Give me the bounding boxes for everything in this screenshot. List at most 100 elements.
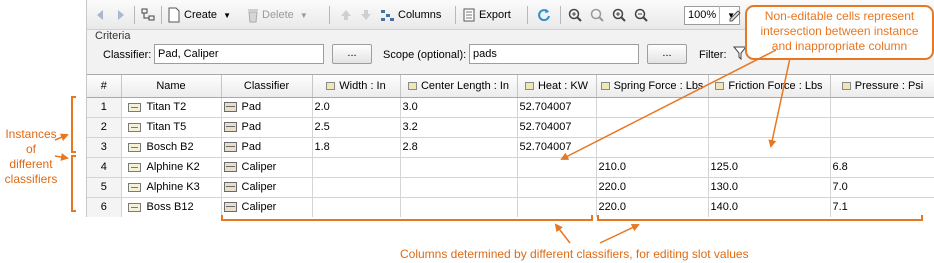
heat-cell[interactable]: 52.704007 <box>517 117 597 138</box>
center-length-cell[interactable]: 3.2 <box>400 117 518 138</box>
width-cell[interactable]: 1.8 <box>312 137 401 158</box>
zoom-out-icon <box>590 8 604 22</box>
columns-button[interactable]: Columns <box>379 6 441 24</box>
instance-icon <box>127 142 141 152</box>
header-heat[interactable]: Heat : KW <box>517 75 597 98</box>
friction-force-cell[interactable]: 140.0 <box>708 197 831 217</box>
friction-force-cell <box>708 137 831 158</box>
classifier-cell[interactable]: Pad <box>221 97 313 118</box>
move-down-button[interactable] <box>359 6 373 24</box>
table-header-row: # Name Classifier Width : In Center Leng… <box>87 75 934 98</box>
row-number: 6 <box>87 197 122 217</box>
classifier-input[interactable]: Pad, Caliper <box>154 44 324 64</box>
tree-button[interactable] <box>140 6 156 24</box>
tree-icon <box>141 8 155 21</box>
edit-button[interactable] <box>727 6 743 24</box>
toolbar-separator <box>455 6 456 24</box>
refresh-button[interactable] <box>536 6 552 24</box>
friction-force-cell[interactable]: 130.0 <box>708 177 831 198</box>
spring-force-cell <box>596 137 709 158</box>
criteria-title: Criteria <box>95 30 131 42</box>
header-center-length[interactable]: Center Length : In <box>400 75 518 98</box>
spring-force-cell[interactable]: 220.0 <box>596 177 709 198</box>
toolbar-separator <box>719 6 720 24</box>
classifier-cell[interactable]: Pad <box>221 117 313 138</box>
heat-cell[interactable]: 52.704007 <box>517 137 597 158</box>
spring-force-cell[interactable]: 220.0 <box>596 197 709 217</box>
spring-force-cell[interactable]: 210.0 <box>596 157 709 178</box>
table-row[interactable]: 3 Bosch B2 Pad 1.8 2.8 52.704007 <box>87 137 934 158</box>
table-row[interactable]: 5 Alphine K3 Caliper 220.0 130.0 7.0 <box>87 177 934 198</box>
move-up-icon <box>341 10 351 21</box>
back-button[interactable] <box>93 6 109 24</box>
row-number: 5 <box>87 177 122 198</box>
table-row[interactable]: 6 Boss B12 Caliper 220.0 140.0 7.1 <box>87 197 934 217</box>
center-length-cell <box>400 197 518 217</box>
heat-cell <box>517 197 597 217</box>
pressure-cell[interactable]: 7.0 <box>830 177 934 198</box>
table-row[interactable]: 2 Titan T5 Pad 2.5 3.2 52.704007 <box>87 117 934 138</box>
center-length-cell[interactable]: 2.8 <box>400 137 518 158</box>
table-row[interactable]: 1 Titan T2 Pad 2.0 3.0 52.704007 <box>87 97 934 118</box>
zoom-out-button[interactable] <box>589 6 605 24</box>
chevron-down-icon: ▼ <box>223 11 232 20</box>
delete-button[interactable]: Delete ▼ <box>247 6 308 24</box>
name-cell[interactable]: Alphine K2 <box>121 157 222 178</box>
classifier-cell[interactable]: Caliper <box>221 177 313 198</box>
move-up-button[interactable] <box>339 6 353 24</box>
row-number: 3 <box>87 137 122 158</box>
center-length-cell <box>400 157 518 178</box>
name-cell[interactable]: Boss B12 <box>121 197 222 217</box>
center-length-cell[interactable]: 3.0 <box>400 97 518 118</box>
toolbar-separator <box>134 6 135 24</box>
pressure-cell[interactable]: 6.8 <box>830 157 934 178</box>
filter-label: Filter: <box>699 49 727 61</box>
table-row[interactable]: 4 Alphine K2 Caliper 210.0 125.0 6.8 <box>87 157 934 178</box>
instance-icon <box>127 202 141 212</box>
classifier-browse-button[interactable]: ... <box>332 44 372 64</box>
heat-cell[interactable]: 52.704007 <box>517 97 597 118</box>
refresh-icon <box>538 9 550 22</box>
pressure-cell[interactable]: 7.1 <box>830 197 934 217</box>
create-button[interactable]: Create ▼ <box>167 6 231 24</box>
forward-button[interactable] <box>112 6 128 24</box>
name-cell[interactable]: Alphine K3 <box>121 177 222 198</box>
property-icon <box>600 81 610 90</box>
header-pressure[interactable]: Pressure : Psi <box>830 75 934 98</box>
zoom-reset-icon <box>634 8 648 22</box>
header-friction-force[interactable]: Friction Force : Lbs <box>708 75 831 98</box>
property-icon <box>326 81 336 90</box>
header-number[interactable]: # <box>87 75 122 98</box>
zoom-value: 100% <box>688 9 717 21</box>
classifier-cell[interactable]: Caliper <box>221 157 313 178</box>
zoom-reset-button[interactable] <box>633 6 649 24</box>
header-width[interactable]: Width : In <box>312 75 401 98</box>
create-label: Create <box>184 9 218 22</box>
delete-label: Delete <box>262 9 294 22</box>
property-icon <box>524 81 534 90</box>
classifier-cell[interactable]: Caliper <box>221 197 313 217</box>
pressure-cell <box>830 117 934 138</box>
name-cell[interactable]: Titan T2 <box>121 97 222 118</box>
header-name[interactable]: Name <box>121 75 222 98</box>
zoom-fit-button[interactable] <box>611 6 627 24</box>
class-icon <box>223 122 237 133</box>
classifier-cell[interactable]: Pad <box>221 137 313 158</box>
export-button[interactable]: Export <box>462 6 511 24</box>
name-cell[interactable]: Bosch B2 <box>121 137 222 158</box>
columns-label: Columns <box>398 9 442 22</box>
width-cell[interactable]: 2.5 <box>312 117 401 138</box>
property-icon <box>407 81 417 90</box>
friction-force-cell <box>708 117 831 138</box>
friction-force-cell[interactable]: 125.0 <box>708 157 831 178</box>
row-number: 4 <box>87 157 122 178</box>
width-cell[interactable]: 2.0 <box>312 97 401 118</box>
name-cell[interactable]: Titan T5 <box>121 117 222 138</box>
header-classifier[interactable]: Classifier <box>221 75 313 98</box>
instance-icon <box>127 102 141 112</box>
header-spring-force[interactable]: Spring Force : Lbs <box>596 75 709 98</box>
zoom-in-button[interactable] <box>567 6 583 24</box>
scope-browse-button[interactable]: ... <box>647 44 687 64</box>
scope-input[interactable]: pads <box>469 44 639 64</box>
bracket-pad-instances <box>71 96 76 153</box>
